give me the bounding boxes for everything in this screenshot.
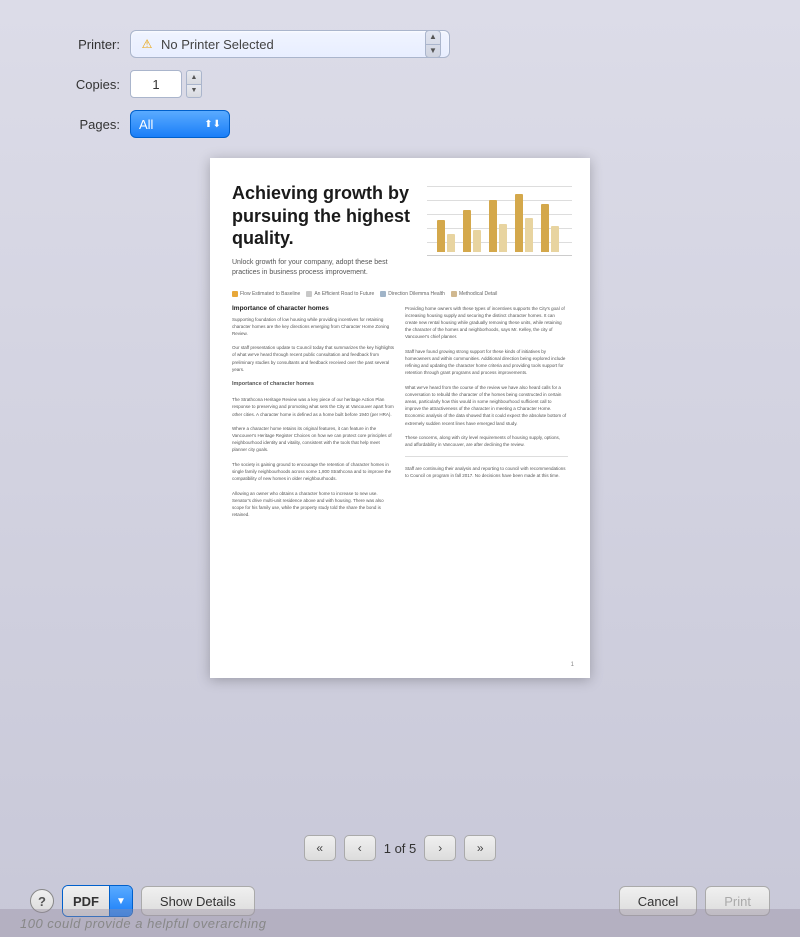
preview-body: Importance of character homes Supporting… [232, 305, 568, 519]
legend-dot-4 [451, 291, 457, 297]
bar-5a [541, 204, 549, 252]
preview-divider [405, 456, 568, 457]
pages-value: All [139, 117, 204, 132]
legend-label-1: Flow Estimated to Baseline [240, 291, 300, 297]
body-text-right: Providing home owners with these types o… [405, 305, 568, 449]
doc-title: Achieving growth by pursuing the highest… [232, 182, 412, 250]
copies-down[interactable]: ▼ [186, 84, 202, 99]
bar-4a [515, 194, 523, 252]
bottom-hint-text: 100 could provide a helpful overarching [20, 916, 266, 931]
preview-area: Achieving growth by pursuing the highest… [30, 158, 770, 815]
warning-icon [139, 37, 155, 51]
bar-4b [525, 218, 533, 252]
legend-dot-2 [306, 291, 312, 297]
bar-group-1 [437, 220, 455, 252]
preview-col-right: Providing home owners with these types o… [405, 305, 568, 519]
body-text-left: Supporting foundation of low housing whi… [232, 316, 395, 519]
pages-label: Pages: [30, 117, 120, 132]
copies-stepper[interactable]: ▲ ▼ [186, 70, 202, 98]
printer-dropdown[interactable]: No Printer Selected ▲ ▼ [130, 30, 450, 58]
last-page-button[interactable]: » [464, 835, 496, 861]
legend-label-4: Methodical Detail [459, 291, 497, 297]
bottom-hint-bar: 100 could provide a helpful overarching [0, 909, 800, 937]
bar-group-3 [489, 200, 507, 252]
legend-label-3: Direction Dilemma Health [388, 291, 445, 297]
section-title: Importance of character homes [232, 305, 395, 312]
document-preview: Achieving growth by pursuing the highest… [210, 158, 590, 678]
printer-stepper[interactable]: ▲ ▼ [425, 30, 441, 58]
bar-3a [489, 200, 497, 252]
bar-3b [499, 224, 507, 252]
preview-legend: Flow Estimated to Baseline An Efficient … [232, 291, 568, 297]
bar-group-4 [515, 194, 533, 252]
preview-col-left: Importance of character homes Supporting… [232, 305, 395, 519]
first-page-button[interactable]: « [304, 835, 336, 861]
printer-stepper-down[interactable]: ▼ [426, 45, 440, 58]
body-text-right-2: Staff are continuing their analysis and … [405, 465, 568, 479]
bar-1a [437, 220, 445, 252]
copies-up[interactable]: ▲ [186, 70, 202, 84]
copies-input[interactable]: 1 [130, 70, 182, 98]
pages-row: Pages: All ⬆⬇ [30, 110, 770, 138]
print-dialog: Printer: No Printer Selected ▲ ▼ Copies:… [0, 0, 800, 937]
printer-value: No Printer Selected [161, 37, 419, 52]
printer-label: Printer: [30, 37, 120, 52]
pagination: « ‹ 1 of 5 › » [30, 835, 770, 861]
bar-group-5 [541, 204, 559, 252]
printer-row: Printer: No Printer Selected ▲ ▼ [30, 30, 770, 58]
copies-row: Copies: 1 ▲ ▼ [30, 70, 770, 98]
form-area: Printer: No Printer Selected ▲ ▼ Copies:… [30, 30, 770, 138]
printer-stepper-up[interactable]: ▲ [426, 31, 440, 45]
legend-item-3: Direction Dilemma Health [380, 291, 445, 297]
legend-dot-1 [232, 291, 238, 297]
bar-group-2 [463, 210, 481, 252]
bar-1b [447, 234, 455, 252]
page-number: 1 [571, 662, 574, 668]
copies-label: Copies: [30, 77, 120, 92]
doc-subtitle: Unlock growth for your company, adopt th… [232, 258, 412, 279]
bar-2b [473, 230, 481, 252]
prev-page-button[interactable]: ‹ [344, 835, 376, 861]
next-page-button[interactable]: › [424, 835, 456, 861]
bar-5b [551, 226, 559, 252]
pages-dropdown[interactable]: All ⬆⬇ [130, 110, 230, 138]
bar-2a [463, 210, 471, 252]
preview-chart [427, 186, 572, 276]
legend-dot-3 [380, 291, 386, 297]
legend-item-2: An Efficient Road to Future [306, 291, 374, 297]
legend-item-4: Methodical Detail [451, 291, 497, 297]
legend-item-1: Flow Estimated to Baseline [232, 291, 300, 297]
pages-chevron-icon: ⬆⬇ [204, 119, 221, 130]
page-info: 1 of 5 [384, 841, 417, 856]
legend-label-2: An Efficient Road to Future [314, 291, 374, 297]
